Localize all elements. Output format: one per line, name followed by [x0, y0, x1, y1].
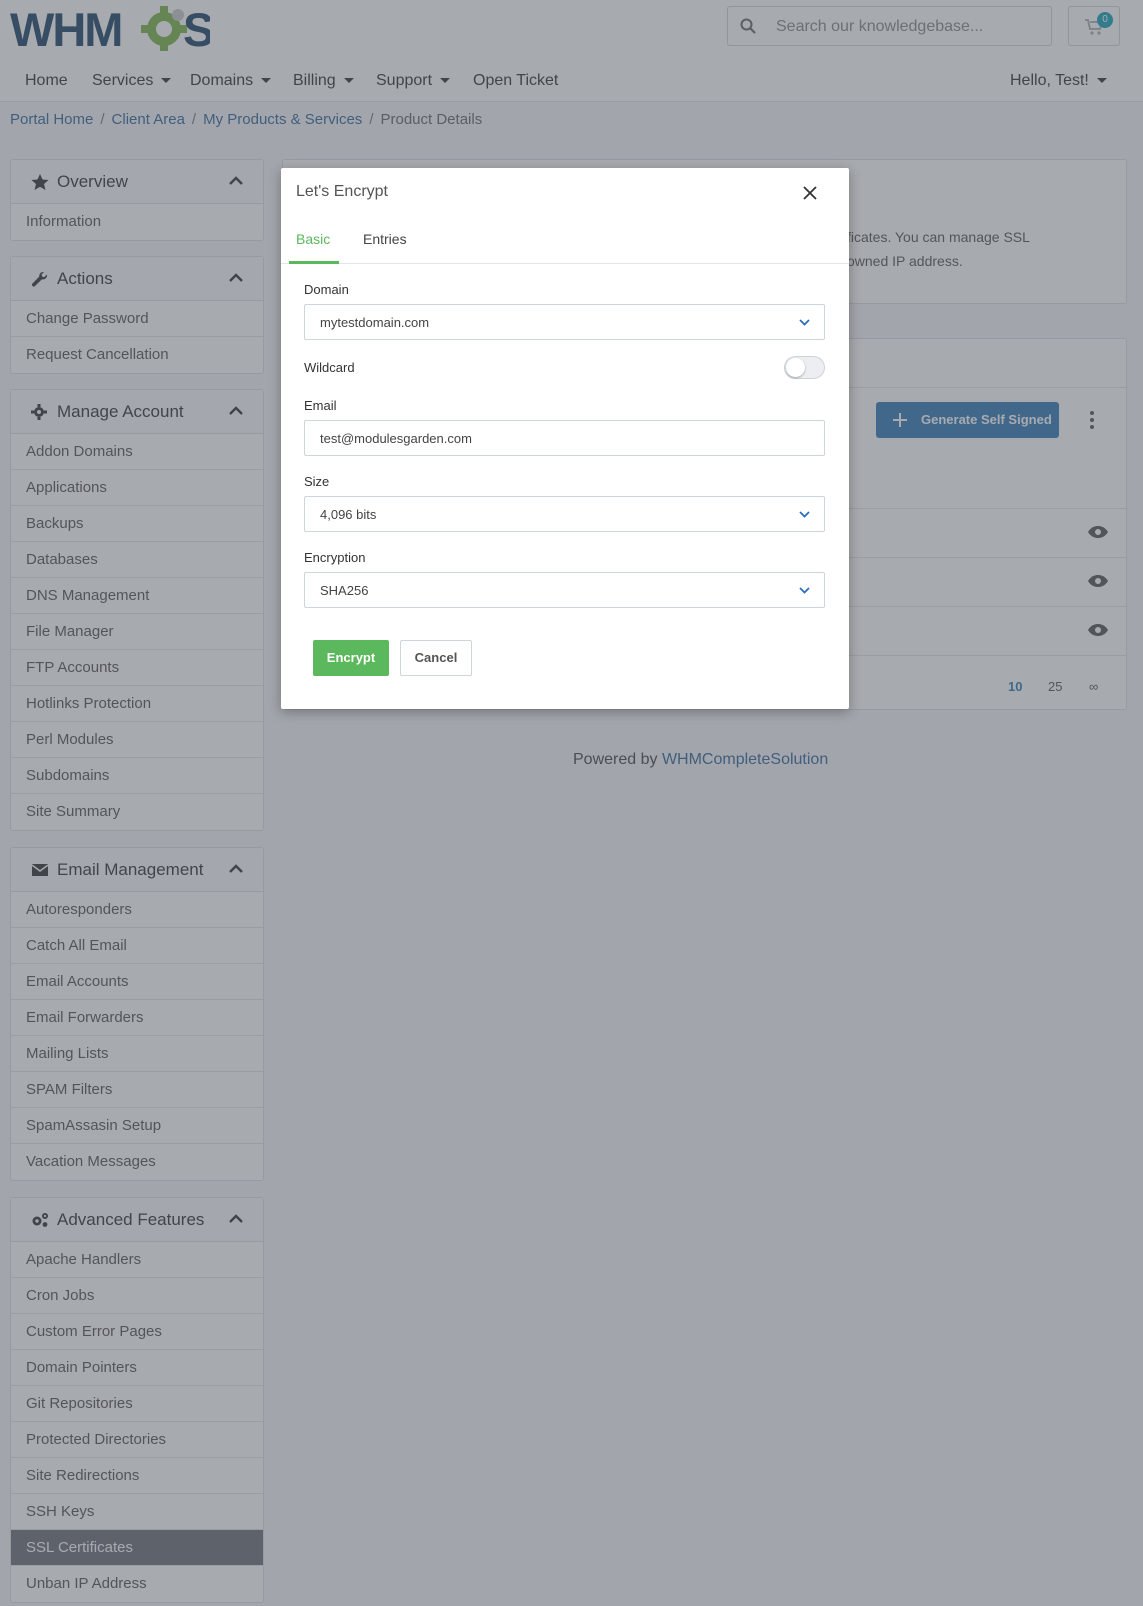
modal-tabs: Basic Entries [281, 220, 849, 264]
close-icon[interactable] [801, 184, 819, 202]
size-label: Size [304, 474, 330, 489]
tab-entries[interactable]: Entries [363, 231, 407, 247]
encryption-select[interactable]: SHA256 [304, 572, 825, 608]
email-label: Email [304, 398, 337, 413]
wildcard-label: Wildcard [304, 360, 355, 375]
wildcard-toggle[interactable] [784, 356, 825, 379]
lets-encrypt-modal: Let's Encrypt Basic Entries Domain mytes… [281, 168, 849, 709]
active-tab-indicator [289, 261, 339, 264]
size-select[interactable]: 4,096 bits [304, 496, 825, 532]
cancel-button[interactable]: Cancel [400, 640, 472, 676]
chevron-down-icon [799, 511, 810, 518]
tab-basic[interactable]: Basic [296, 231, 330, 247]
encrypt-button[interactable]: Encrypt [313, 640, 389, 676]
chevron-down-icon [799, 319, 810, 326]
encryption-label: Encryption [304, 550, 366, 565]
domain-select[interactable]: mytestdomain.com [304, 304, 825, 340]
chevron-down-icon [799, 587, 810, 594]
domain-label: Domain [304, 282, 349, 297]
email-field[interactable]: test@modulesgarden.com [304, 420, 825, 456]
modal-title: Let's Encrypt [296, 183, 388, 200]
